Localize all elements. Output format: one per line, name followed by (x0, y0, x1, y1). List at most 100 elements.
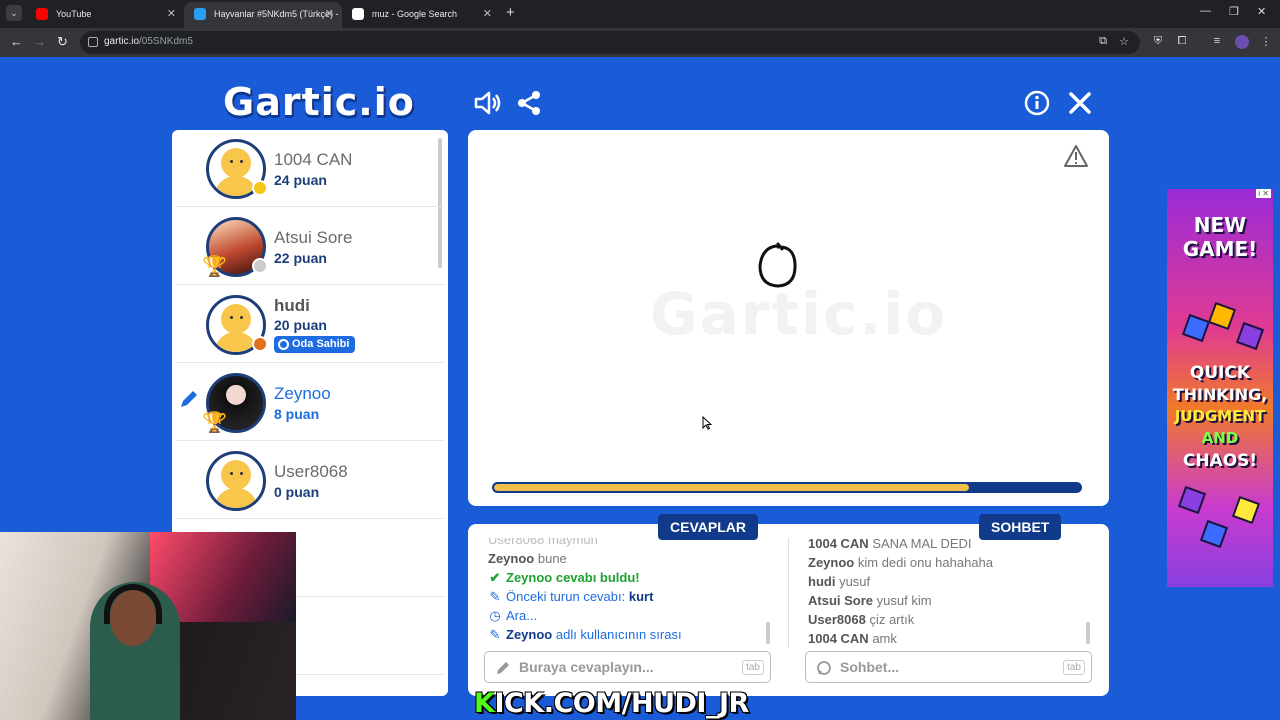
forward-icon[interactable]: → (33, 34, 46, 49)
player-name: Atsui Sore (274, 228, 353, 247)
avatar (206, 451, 266, 511)
minimize-icon[interactable]: — (1200, 5, 1211, 17)
answers-chat-panel: CEVAPLAR SOHBET User8068 maymun Zeynoo b… (468, 514, 1109, 696)
media-control-icon[interactable]: ≡ (1210, 35, 1224, 49)
player-score: 8 puan (274, 406, 320, 422)
browser-menu-icon[interactable]: ⋮ (1259, 35, 1273, 49)
extensions-icon[interactable]: ⧠ (1175, 35, 1189, 49)
profile-avatar[interactable] (1235, 35, 1249, 49)
address-bar[interactable]: gartic.io/05SNKdm5 (80, 31, 1140, 54)
close-tab-icon[interactable]: ✕ (325, 2, 334, 26)
site-info-icon[interactable] (88, 37, 98, 47)
bookmark-star-icon[interactable]: ☆ (1117, 35, 1131, 49)
status-dot (252, 258, 268, 274)
tab-title: Hayvanlar #5NKdm5 (Türkçe) - (214, 9, 339, 19)
close-tab-icon[interactable]: ✕ (483, 2, 492, 26)
shield-extension-icon[interactable]: ⛨ (1151, 35, 1165, 49)
ad-text: GAME! (1182, 237, 1258, 261)
ad-card-graphic (1207, 301, 1237, 331)
youtube-icon (36, 8, 48, 20)
ad-text: NEW (1193, 213, 1247, 237)
answer-input[interactable]: Buraya cevaplayın... tab (484, 651, 771, 683)
install-app-icon[interactable]: ⧉ (1096, 35, 1110, 49)
browser-tab-youtube[interactable]: YouTube ✕ (26, 2, 184, 28)
ad-card-graphic (1177, 485, 1207, 515)
advertisement-banner[interactable]: i ✕ NEW GAME! QUICK THINKING, JUDGMENT A… (1167, 189, 1273, 587)
mouse-cursor-icon (702, 416, 712, 430)
player-name: 1004 CAN (274, 150, 353, 169)
url-text: gartic.io/05SNKdm5 (104, 36, 193, 47)
player-name: User8068 (274, 462, 348, 481)
player-score: 24 puan (274, 172, 327, 188)
ad-text: QUICK (1189, 363, 1251, 383)
chat-message: Zeynoo kim dedi onu hahahaha (808, 555, 994, 570)
back-icon[interactable]: ← (10, 34, 23, 49)
previous-answer-message: ✎ Önceki turun cevabı: kurt (489, 589, 654, 604)
answer-message: Zeynoo bune (488, 551, 567, 566)
browser-tab-gartic[interactable]: Hayvanlar #5NKdm5 (Türkçe) - ✕ (184, 2, 342, 28)
ad-card-graphic (1231, 495, 1261, 525)
answers-log: User8068 maymun Zeynoo bune ✔ Zeynoo ceva… (488, 538, 768, 648)
room-owner-badge: Oda Sahibi (274, 336, 356, 353)
ad-info-icon[interactable]: i ✕ (1256, 189, 1271, 198)
tab-title: muz - Google Search (372, 9, 458, 19)
player-row[interactable]: 1004 CAN 24 puan (176, 130, 444, 207)
drawing-canvas[interactable]: Gartic.io (468, 130, 1109, 506)
answer-correct-message: ✔ Zeynoo cevabı buldu! (489, 570, 640, 585)
chat-tab-label: SOHBET (979, 514, 1062, 540)
tab-title: YouTube (56, 9, 92, 19)
round-timer-bar (492, 482, 1082, 493)
pencil-icon: ✎ (489, 627, 501, 642)
drawing-pencil-icon (181, 391, 197, 407)
tab-key-hint: tab (742, 660, 764, 675)
answer-placeholder: Buraya cevaplayın... (519, 659, 654, 675)
chat-message: hudi yusuf (808, 574, 871, 589)
player-score: 22 puan (274, 250, 327, 266)
chat-bubble-icon (817, 661, 831, 675)
chat-message: Atsui Sore yusuf kim (808, 593, 932, 608)
player-row[interactable]: 🏆 Atsui Sore 22 puan (176, 208, 444, 285)
status-dot (252, 336, 268, 352)
share-icon[interactable] (514, 88, 544, 118)
ad-card-graphic (1235, 321, 1265, 351)
trophy-icon: 🏆 (202, 412, 227, 434)
player-drawing-stroke (758, 242, 797, 288)
report-warning-icon[interactable] (1063, 144, 1089, 168)
restore-icon[interactable]: ❐ (1229, 5, 1239, 18)
ad-text: AND (1201, 429, 1239, 447)
ad-card-graphic (1199, 519, 1229, 549)
timer-fill (494, 484, 969, 491)
new-tab-button[interactable]: + (506, 4, 515, 21)
chat-input[interactable]: Sohbet... tab (805, 651, 1092, 683)
answers-scrollbar[interactable] (766, 622, 770, 644)
chat-log: 1004 CAN SANA MAL DEDİ Zeynoo kim dedi o… (808, 538, 1088, 648)
player-score: 0 puan (274, 484, 320, 500)
browser-tab-google[interactable]: muz - Google Search ✕ (342, 2, 500, 28)
chat-scrollbar[interactable] (1086, 622, 1090, 644)
chat-message: 1004 CAN amk (808, 631, 897, 646)
close-icon[interactable] (1065, 88, 1095, 118)
crown-icon (278, 339, 289, 350)
chat-placeholder: Sohbet... (840, 659, 900, 675)
answers-tab-label: CEVAPLAR (658, 514, 758, 540)
chat-message: 1004 CAN SANA MAL DEDİ (808, 538, 972, 551)
player-row[interactable]: hudi 20 puan Oda Sahibi (176, 286, 444, 363)
sound-icon[interactable] (472, 88, 502, 118)
tab-search-button[interactable]: ⌄ (6, 5, 22, 21)
info-icon[interactable] (1022, 88, 1052, 118)
streamer-webcam (0, 532, 296, 720)
pencil-icon (497, 662, 509, 674)
player-row[interactable]: User8068 0 puan (176, 442, 444, 519)
google-icon (352, 8, 364, 20)
player-name: Zeynoo (274, 384, 331, 403)
tab-key-hint: tab (1063, 660, 1085, 675)
player-row[interactable]: 🏆 Zeynoo 8 puan (176, 364, 444, 441)
reload-icon[interactable]: ↻ (57, 34, 68, 50)
browser-tab-bar: ⌄ YouTube ✕ Hayvanlar #5NKdm5 (Türkçe) -… (0, 0, 1280, 28)
window-close-icon[interactable]: ✕ (1257, 5, 1266, 18)
panel-divider (788, 538, 789, 648)
status-dot (252, 180, 268, 196)
clock-icon: ◷ (489, 608, 501, 623)
close-tab-icon[interactable]: ✕ (167, 2, 176, 26)
gartic-logo: Gartic.io (223, 80, 415, 124)
